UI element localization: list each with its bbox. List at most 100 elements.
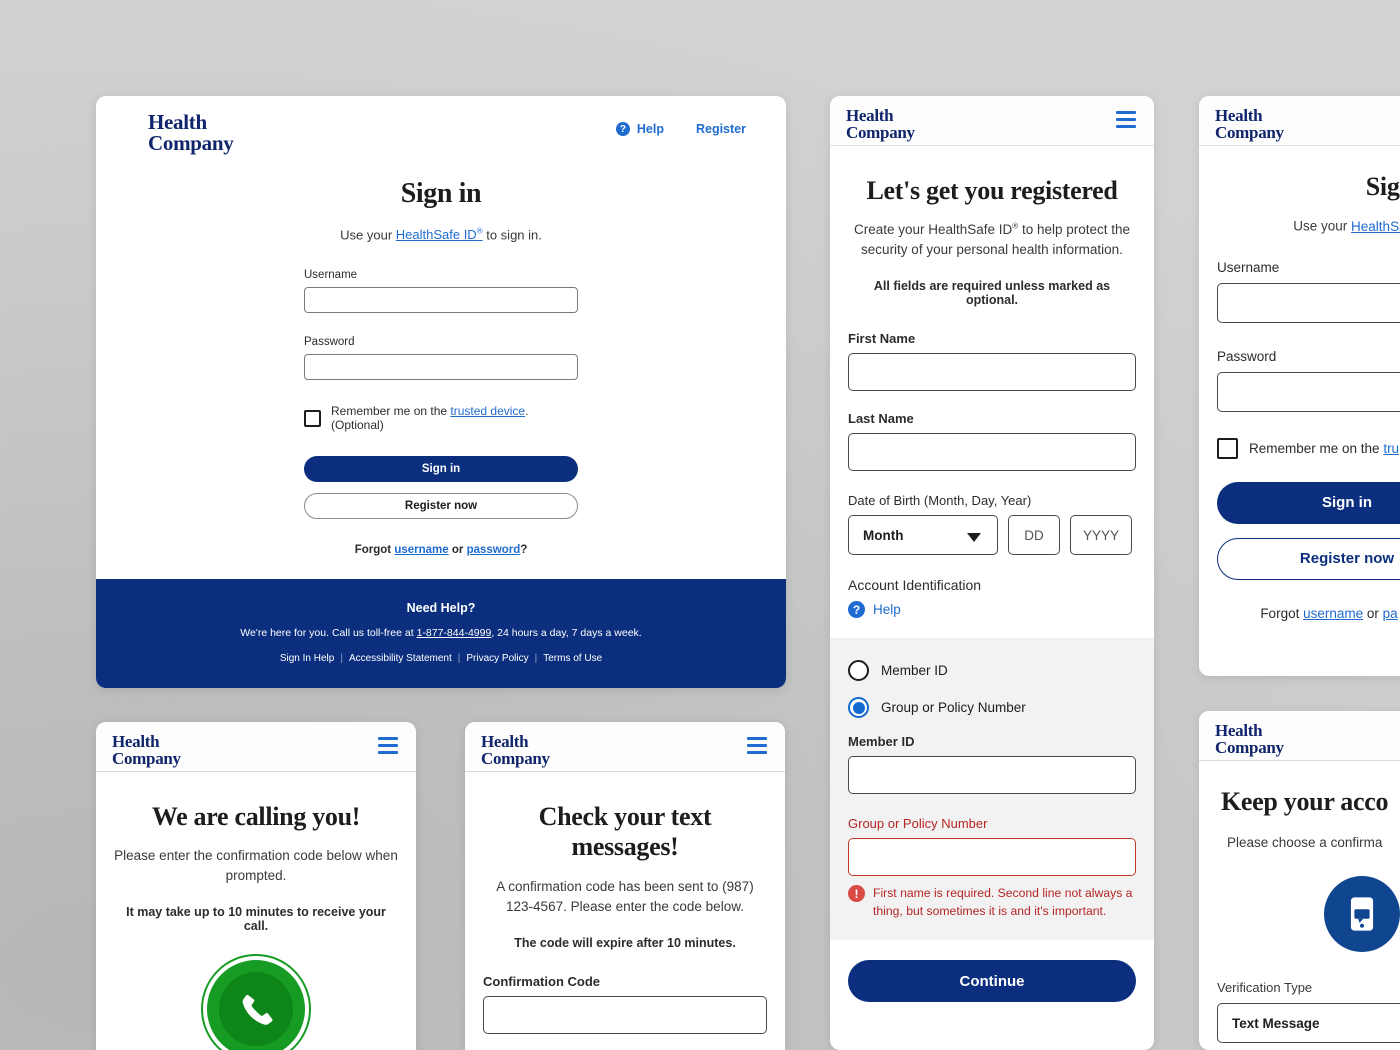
question-circle-icon: ? [615,122,630,136]
footer-separator: | [457,653,461,664]
mobile-register-now-button[interactable]: Register now [1217,537,1400,580]
mobile-username-input[interactable] [1217,282,1400,323]
forgot-suffix: ? [520,544,528,557]
help-link[interactable]: ? Help [615,122,664,136]
member-id-label: Member ID [848,734,915,750]
signin-button[interactable]: Sign in [304,456,578,483]
remember-me-checkbox[interactable] [304,409,321,427]
footer-separator: | [534,653,538,664]
phone-badge [207,960,305,1050]
footer-line-suffix: , 24 hours a day, 7 days a week. [491,627,642,639]
username-input[interactable] [304,287,578,314]
mobile-remember-me-checkbox[interactable] [1217,437,1238,459]
first-name-input[interactable] [848,353,1136,392]
footer-phone-line: We're here for you. Call us toll-free at… [96,627,786,639]
required-fields-note: All fields are required unless marked as… [873,279,1111,308]
brand-logo[interactable]: Health Company [481,733,550,768]
chevron-down-icon [967,533,981,543]
radio-group-policy-number[interactable] [848,697,869,719]
hamburger-menu-icon[interactable] [378,737,398,754]
forgot-password-link[interactable]: password [467,544,521,556]
mobile-signin-button[interactable]: Sign in [1217,481,1400,524]
password-label: Password [304,336,355,349]
registration-title: Let's get you registered [866,176,1118,205]
member-id-input[interactable] [848,756,1136,795]
brand-logo-line1: Health [148,110,207,134]
account-id-help-link[interactable]: Help [873,602,901,617]
verification-type-select[interactable]: Text Message [1217,1003,1400,1043]
register-link[interactable]: Register [696,122,746,136]
footer-link-signin-help[interactable]: Sign In Help [280,653,334,664]
hamburger-menu-icon[interactable] [1116,111,1136,128]
calling-title: We are calling you! [151,802,361,831]
group-policy-input[interactable] [848,838,1136,877]
radio-option-group-policy[interactable]: Group or Policy Number [848,697,1136,719]
password-input[interactable] [304,354,578,381]
radio-option-member-id[interactable]: Member ID [848,660,1136,682]
brand-logo-line1: Health [112,732,160,751]
radio-member-id-label: Member ID [881,663,948,679]
text-message-title: Check your text messages! [538,802,712,862]
mobile-forgot-prefix: Forgot [1260,605,1304,621]
mobile-forgot-links: Forgot username or pa [1217,606,1400,621]
calling-note: It may take up to 10 minutes to receive … [126,905,386,934]
mobile-password-input[interactable] [1217,371,1400,412]
verification-header: Health Company [1199,711,1400,761]
last-name-input[interactable] [848,433,1136,472]
dob-year-input[interactable]: YYYY [1070,515,1132,556]
forgot-middle: or [448,544,467,557]
brand-logo[interactable]: Health Company [148,110,234,155]
healthsafe-id-link[interactable]: HealthSafe ID® [396,227,483,242]
footer-link-privacy[interactable]: Privacy Policy [466,653,528,664]
brand-logo[interactable]: Health Company [1215,107,1284,142]
confirmation-code-input[interactable] [483,995,767,1034]
calling-subtitle: Please enter the confirmation code below… [114,848,398,884]
desktop-footer: Need Help? We're here for you. Call us t… [96,579,786,688]
brand-logo-line1: Health [481,732,529,751]
registration-header: Health Company [830,96,1154,146]
question-circle-icon: ? [848,601,865,619]
forgot-password-link[interactable]: pa [1383,606,1398,621]
dob-month-value: Month [863,527,904,543]
healthsafe-id-link[interactable]: HealthSafe ID® [1351,219,1400,234]
remember-prefix: Remember me on the [331,404,451,419]
mobile-remember-me-row[interactable]: Remember me on the tru [1217,437,1400,459]
verification-subtitle: Please choose a confirma [1227,835,1383,850]
desktop-body: Sign in Use your HealthSafe ID® to sign … [96,170,786,556]
register-now-button[interactable]: Register now [304,493,578,520]
continue-button[interactable]: Continue [848,960,1136,1002]
forgot-username-link[interactable]: username [394,544,448,556]
trusted-device-link[interactable]: trusted device [450,404,525,418]
brand-logo[interactable]: Health Company [1215,722,1284,757]
footer-phone-link[interactable]: 1-877-844-4999 [417,627,492,639]
dob-day-input[interactable]: DD [1008,515,1060,556]
hamburger-menu-icon[interactable] [747,737,767,754]
remember-me-row[interactable]: Remember me on the trusted device. (Opti… [304,404,578,432]
footer-link-terms[interactable]: Terms of Use [543,653,602,664]
text-message-note: The code will expire after 10 minutes. [514,935,736,950]
verification-title: Keep your acco [1221,787,1389,816]
forgot-username-link[interactable]: username [1303,606,1363,621]
trusted-device-link[interactable]: tru [1383,441,1399,456]
mobile-forgot-middle: or [1363,605,1383,621]
dob-month-select[interactable]: Month [848,515,998,556]
healthsafe-id-text: HealthSafe ID [1351,218,1400,234]
brand-logo[interactable]: Health Company [846,107,915,142]
radio-member-id[interactable] [848,660,869,682]
username-label: Username [304,269,358,282]
text-message-subtitle: A confirmation code has been sent to (98… [496,878,754,914]
text-message-header: Health Company [465,722,785,772]
footer-link-accessibility[interactable]: Accessibility Statement [349,653,452,664]
verification-body: Keep your acco Please choose a confirma … [1199,787,1400,1043]
mobile-signin-header: Health Company [1199,96,1400,146]
account-id-help-row[interactable]: ? Help [848,601,1136,619]
calling-card: Health Company We are calling you! Pleas… [96,722,416,1050]
footer-line-prefix: We're here for you. Call us toll-free at [240,627,417,639]
mobile-signin-body: Sign in Use your HealthSafe ID® Username… [1199,172,1400,621]
brand-logo[interactable]: Health Company [112,733,181,768]
mobile-remember-me-label: Remember me on the tru [1249,441,1399,456]
remember-me-label: Remember me on the trusted device. (Opti… [331,404,578,432]
brand-logo-line1: Health [846,106,894,125]
mobile-username-label: Username [1217,259,1280,275]
text-message-body: Check your text messages! A confirmation… [465,802,785,1034]
